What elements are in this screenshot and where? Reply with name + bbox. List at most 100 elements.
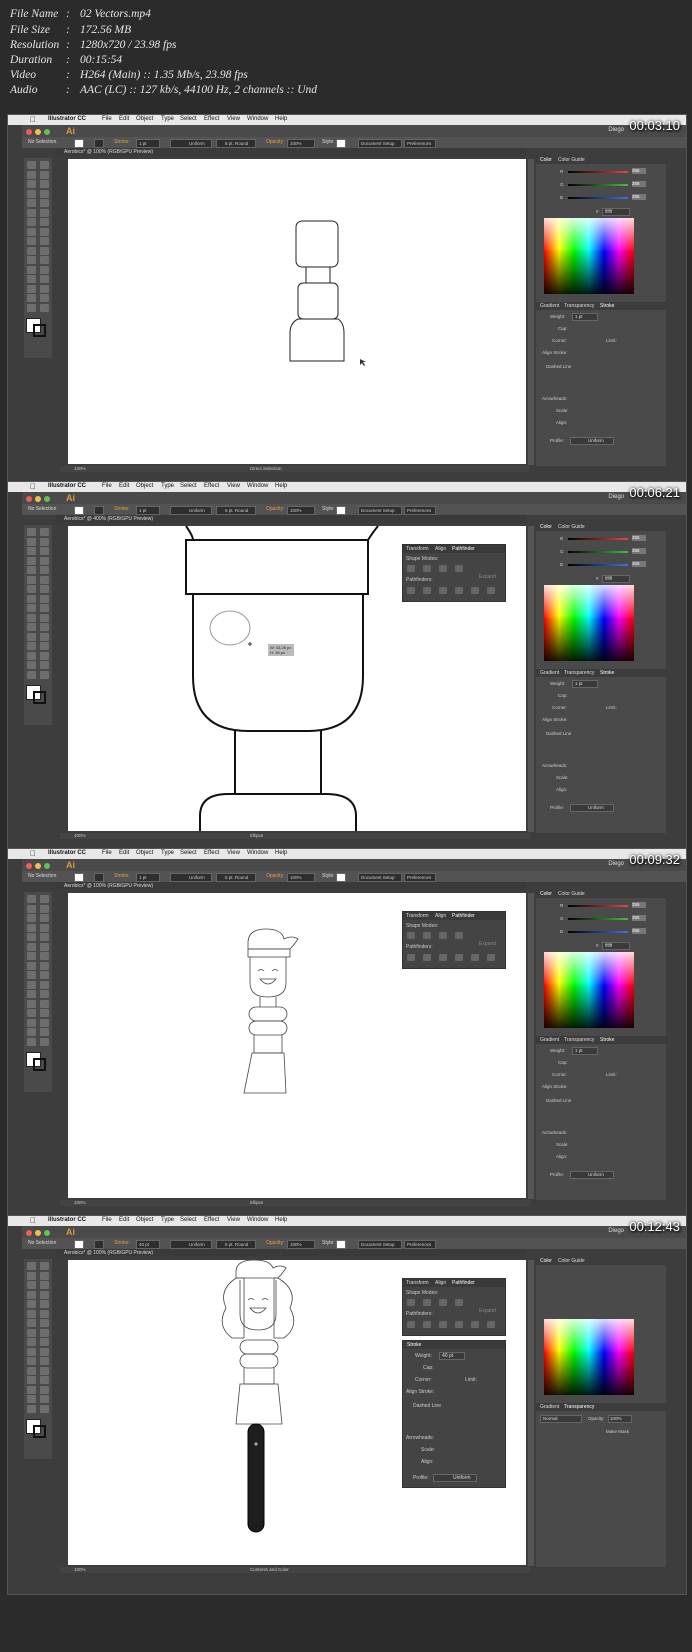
tool-icon[interactable] <box>27 1262 36 1270</box>
vertical-scrollbar[interactable] <box>528 159 534 465</box>
menu-object[interactable]: Object <box>136 483 153 489</box>
menu-select[interactable]: Select <box>180 850 197 856</box>
tab-transparency[interactable]: Transparency <box>564 670 594 676</box>
close-window-icon[interactable] <box>26 1230 32 1236</box>
pathfinder-button[interactable] <box>407 1321 415 1328</box>
tab-gradient[interactable]: Gradient <box>540 1404 559 1410</box>
tool-icon[interactable] <box>27 575 36 584</box>
tool-icon[interactable] <box>27 661 36 669</box>
zoom-level[interactable]: 100% <box>74 466 86 471</box>
preferences-button[interactable]: Preferences <box>404 1240 436 1249</box>
tool-icon[interactable] <box>40 566 49 574</box>
tool-icon[interactable] <box>27 566 36 574</box>
stroke-label[interactable]: Stroke: <box>114 1240 130 1246</box>
stroke-swatch[interactable] <box>94 873 104 882</box>
close-window-icon[interactable] <box>26 496 32 502</box>
pathfinder-button[interactable] <box>487 587 495 594</box>
stroke-swatch[interactable] <box>94 506 104 515</box>
tool-icon[interactable] <box>40 1404 49 1413</box>
channel-slider[interactable] <box>568 564 628 566</box>
tool-icon[interactable] <box>40 933 49 941</box>
document-setup-button[interactable]: Document Setup <box>358 873 402 882</box>
menu-window[interactable]: Window <box>247 483 268 489</box>
pathfinder-button[interactable] <box>423 1321 431 1328</box>
graphic-style-swatch[interactable] <box>336 1240 346 1249</box>
minimize-window-icon[interactable] <box>35 863 41 869</box>
zoom-window-icon[interactable] <box>44 496 50 502</box>
tool-icon[interactable] <box>40 961 49 970</box>
stroke-weight-input[interactable]: 1 pt <box>136 506 160 515</box>
tab-gradient[interactable]: Gradient <box>540 303 559 309</box>
tool-icon[interactable] <box>40 208 49 217</box>
tool-icon[interactable] <box>40 914 49 922</box>
menu-file[interactable]: File <box>102 1217 112 1223</box>
tool-icon[interactable] <box>27 218 36 226</box>
color-spectrum[interactable] <box>544 585 634 661</box>
artboard-canvas[interactable] <box>68 159 526 464</box>
tool-icon[interactable] <box>27 952 36 960</box>
variable-width-profile[interactable]: Uniform <box>170 873 212 882</box>
stroke-label[interactable]: Stroke: <box>114 139 130 145</box>
graphic-style-swatch[interactable] <box>336 873 346 882</box>
tab-stroke[interactable]: Stroke <box>407 1342 421 1348</box>
tool-icon[interactable] <box>40 161 49 169</box>
channel-value[interactable]: 255 <box>632 548 646 554</box>
expand-button[interactable]: Expand <box>479 1308 496 1314</box>
opacity-label[interactable]: Opacity: <box>266 1240 284 1246</box>
vertical-scrollbar[interactable] <box>528 526 534 832</box>
shape-mode-button[interactable] <box>423 1299 431 1306</box>
tool-icon[interactable] <box>27 1271 36 1280</box>
tool-icon[interactable] <box>27 1037 36 1046</box>
opacity-label[interactable]: Opacity: <box>266 506 284 512</box>
tab-stroke[interactable]: Stroke <box>600 1037 614 1043</box>
menu-window[interactable]: Window <box>247 1217 268 1223</box>
tool-icon[interactable] <box>27 632 36 641</box>
tool-icon[interactable] <box>27 1328 36 1337</box>
document-setup-button[interactable]: Document Setup <box>358 139 402 148</box>
tool-icon[interactable] <box>40 218 49 226</box>
menu-select[interactable]: Select <box>180 483 197 489</box>
menu-type[interactable]: Type <box>161 483 174 489</box>
brush-definition[interactable]: 5 pt. Round <box>216 506 256 515</box>
channel-value[interactable]: 255 <box>632 535 646 541</box>
tool-icon[interactable] <box>27 1309 36 1318</box>
menu-object[interactable]: Object <box>136 116 153 122</box>
zoom-level[interactable]: 100% <box>74 1567 86 1572</box>
pathfinder-button[interactable] <box>423 587 431 594</box>
tool-icon[interactable] <box>27 1338 36 1346</box>
tool-icon[interactable] <box>40 651 49 660</box>
tab-color[interactable]: Color <box>540 524 552 530</box>
tool-icon[interactable] <box>27 999 36 1008</box>
tool-icon[interactable] <box>40 623 49 631</box>
pathfinder-button[interactable] <box>423 954 431 961</box>
tool-icon[interactable] <box>40 942 49 951</box>
tool-icon[interactable] <box>27 990 36 998</box>
tool-icon[interactable] <box>27 1028 36 1036</box>
pathfinder-button[interactable] <box>471 587 479 594</box>
channel-value[interactable]: 255 <box>632 928 646 934</box>
color-spectrum[interactable] <box>544 952 634 1028</box>
brush-definition[interactable]: 5 pt. Round <box>216 873 256 882</box>
tool-icon[interactable] <box>40 1395 49 1403</box>
stroke-swatch[interactable] <box>94 139 104 148</box>
tab-stroke[interactable]: Stroke <box>600 670 614 676</box>
zoom-window-icon[interactable] <box>44 129 50 135</box>
graphic-style-swatch[interactable] <box>336 506 346 515</box>
tool-icon[interactable] <box>27 904 36 913</box>
tool-icon[interactable] <box>27 594 36 603</box>
tool-icon[interactable] <box>40 189 49 198</box>
tool-icon[interactable] <box>27 942 36 951</box>
user-name[interactable]: Diego <box>608 861 624 867</box>
tool-icon[interactable] <box>40 613 49 622</box>
stroke-weight-input[interactable]: 1 pt <box>136 873 160 882</box>
tool-icon[interactable] <box>40 1290 49 1299</box>
tool-icon[interactable] <box>27 303 36 312</box>
tool-icon[interactable] <box>27 1018 36 1027</box>
channel-value[interactable]: 255 <box>632 902 646 908</box>
tab-gradient[interactable]: Gradient <box>540 1037 559 1043</box>
preferences-button[interactable]: Preferences <box>404 506 436 515</box>
tool-icon[interactable] <box>40 275 49 283</box>
tool-icon[interactable] <box>27 528 36 536</box>
tab-color[interactable]: Color <box>540 891 552 897</box>
channel-slider[interactable] <box>568 171 628 173</box>
